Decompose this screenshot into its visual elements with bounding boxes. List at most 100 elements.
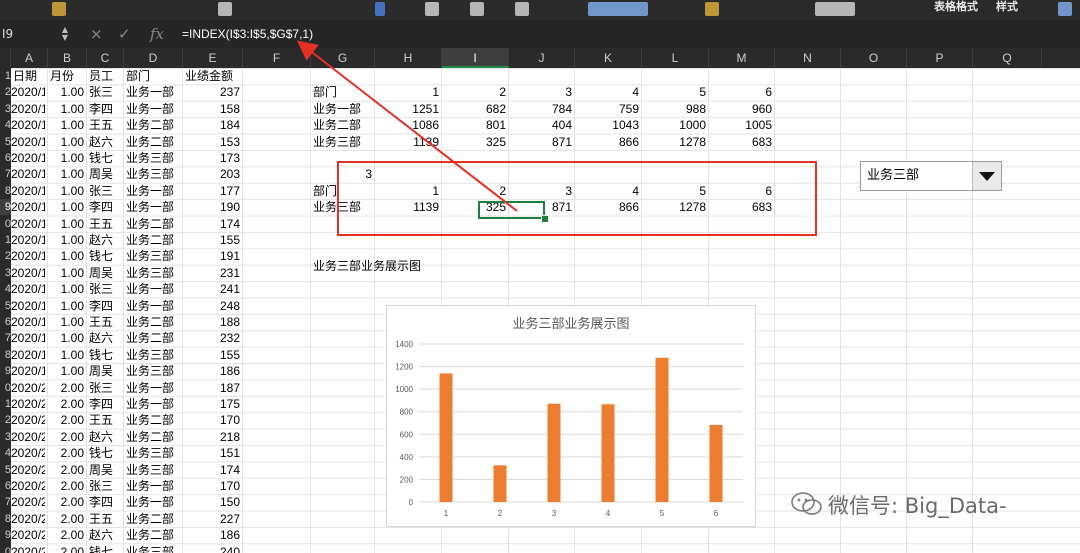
formula-input[interactable]: =INDEX(I$3:I$5,$G$7,1) bbox=[182, 24, 313, 44]
merge-center-icon[interactable] bbox=[588, 2, 648, 16]
table-cell[interactable]: 1.00 bbox=[48, 265, 84, 281]
table-cell[interactable]: 1.00 bbox=[48, 248, 84, 264]
table-cell[interactable]: 2.00 bbox=[48, 494, 84, 510]
row-header[interactable]: 3 bbox=[0, 429, 11, 445]
summary-header[interactable]: 5 bbox=[642, 84, 706, 100]
table-cell[interactable]: 2020/1/10 bbox=[11, 166, 45, 182]
table-cell[interactable]: 191 bbox=[183, 248, 240, 264]
column-header-o[interactable]: O bbox=[841, 48, 907, 68]
table-cell[interactable]: 155 bbox=[183, 232, 240, 248]
row-header[interactable]: 4 bbox=[0, 445, 11, 461]
fill-handle[interactable] bbox=[541, 215, 549, 223]
column-header-f[interactable]: F bbox=[243, 48, 311, 68]
row-header[interactable]: 6 bbox=[0, 314, 11, 330]
table-cell[interactable]: 2020/1/16 bbox=[11, 265, 45, 281]
table-cell[interactable]: 王五 bbox=[87, 216, 121, 232]
dropdown-button[interactable] bbox=[972, 162, 1001, 190]
table-cell[interactable]: 2020/1/20 bbox=[11, 330, 45, 346]
table-cell[interactable]: 1.00 bbox=[48, 298, 84, 314]
row-header[interactable]: 5 bbox=[0, 462, 11, 478]
column-header-m[interactable]: M bbox=[709, 48, 775, 68]
table-cell[interactable]: 王五 bbox=[87, 511, 121, 527]
select-all-corner[interactable] bbox=[0, 48, 11, 68]
row-header[interactable]: 8 bbox=[0, 511, 11, 527]
table-cell[interactable]: 1.00 bbox=[48, 347, 84, 363]
table-cell[interactable]: 227 bbox=[183, 511, 240, 527]
table-cell[interactable]: 赵六 bbox=[87, 134, 121, 150]
table-cell[interactable]: 业务二部 bbox=[124, 314, 180, 330]
row-header[interactable]: 2 bbox=[0, 412, 11, 428]
table-cell[interactable]: 周吴 bbox=[87, 166, 121, 182]
table-cell[interactable]: 173 bbox=[183, 150, 240, 166]
table-cell[interactable]: 2.00 bbox=[48, 396, 84, 412]
row-header[interactable]: 0 bbox=[0, 216, 11, 232]
table-cell[interactable]: 158 bbox=[183, 101, 240, 117]
table-cell[interactable]: 张三 bbox=[87, 84, 121, 100]
table-cell[interactable]: 业务一部 bbox=[124, 84, 180, 100]
styles-label[interactable]: 样式 bbox=[996, 0, 1018, 14]
align-left-icon[interactable] bbox=[425, 2, 439, 16]
table-cell[interactable]: 业务二部 bbox=[124, 527, 180, 543]
table-cell[interactable]: 2020/2/10 bbox=[11, 478, 45, 494]
row-header[interactable]: 1 bbox=[0, 396, 11, 412]
table-cell[interactable]: 周吴 bbox=[87, 265, 121, 281]
table-cell[interactable]: 业务三部 bbox=[124, 248, 180, 264]
table-cell[interactable]: 170 bbox=[183, 478, 240, 494]
table-cell[interactable]: 2.00 bbox=[48, 462, 84, 478]
row-header[interactable]: 0 bbox=[0, 380, 11, 396]
table-cell[interactable]: 业务二部 bbox=[124, 511, 180, 527]
summary-cell[interactable]: 业务三部 bbox=[311, 134, 372, 150]
table-cell[interactable]: 2020/1/11 bbox=[11, 183, 45, 199]
table-cell[interactable]: 赵六 bbox=[87, 527, 121, 543]
column-header-l[interactable]: L bbox=[642, 48, 709, 68]
table-cell[interactable]: 155 bbox=[183, 347, 240, 363]
summary-header[interactable]: 2 bbox=[442, 84, 506, 100]
table-format-label[interactable]: 表格格式 bbox=[934, 0, 978, 14]
table-cell[interactable]: 1.00 bbox=[48, 232, 84, 248]
row-header[interactable]: 5 bbox=[0, 134, 11, 150]
row-header[interactable]: 7 bbox=[0, 330, 11, 346]
table-cell[interactable]: 2.00 bbox=[48, 527, 84, 543]
table-cell[interactable]: 1.00 bbox=[48, 84, 84, 100]
table-cell[interactable]: 2020/2/12 bbox=[11, 511, 45, 527]
table-cell[interactable]: 203 bbox=[183, 166, 240, 182]
table-cell[interactable]: 186 bbox=[183, 527, 240, 543]
row-header[interactable]: 6 bbox=[0, 150, 11, 166]
table-cell[interactable]: 241 bbox=[183, 281, 240, 297]
summary-cell[interactable]: 325 bbox=[442, 134, 506, 150]
row-header[interactable]: 9 bbox=[0, 527, 11, 543]
row-header[interactable]: 8 bbox=[0, 347, 11, 363]
table-icon[interactable] bbox=[1058, 2, 1072, 16]
table-cell[interactable]: 150 bbox=[183, 494, 240, 510]
summary-cell[interactable]: 1005 bbox=[709, 117, 772, 133]
summary-header[interactable]: 3 bbox=[509, 84, 572, 100]
table-cell[interactable]: 业务一部 bbox=[124, 101, 180, 117]
table-cell[interactable]: 业务三部 bbox=[124, 166, 180, 182]
table-cell[interactable]: 186 bbox=[183, 363, 240, 379]
table-cell[interactable]: 业务一部 bbox=[124, 478, 180, 494]
align-right-icon[interactable] bbox=[515, 2, 529, 16]
column-header-q[interactable]: Q bbox=[973, 48, 1042, 68]
table-cell[interactable]: 业务二部 bbox=[124, 429, 180, 445]
row-header[interactable]: 2 bbox=[0, 248, 11, 264]
selected-cell[interactable] bbox=[478, 201, 545, 219]
table-cell[interactable]: 190 bbox=[183, 199, 240, 215]
font-color-icon[interactable] bbox=[375, 2, 385, 16]
table-cell[interactable]: 2020/1/8 bbox=[11, 134, 45, 150]
table-cell[interactable]: 1.00 bbox=[48, 101, 84, 117]
summary-cell[interactable]: 960 bbox=[709, 101, 772, 117]
table-cell[interactable]: 张三 bbox=[87, 380, 121, 396]
table-cell[interactable]: 赵六 bbox=[87, 330, 121, 346]
table-header[interactable]: 月份 bbox=[48, 68, 84, 84]
bar-chart[interactable]: 业务三部业务展示图 0 200 400 600 800 1000 1200 1400 1 2 3 4 5 6 bbox=[386, 305, 756, 527]
summary-cell[interactable]: 682 bbox=[442, 101, 506, 117]
table-cell[interactable]: 业务三部 bbox=[124, 265, 180, 281]
table-cell[interactable]: 2.00 bbox=[48, 478, 84, 494]
table-cell[interactable]: 2020/2/8 bbox=[11, 445, 45, 461]
table-cell[interactable]: 1.00 bbox=[48, 183, 84, 199]
table-cell[interactable]: 2020/1/9 bbox=[11, 150, 45, 166]
column-header-a[interactable]: A bbox=[11, 48, 48, 68]
row-header[interactable]: 7 bbox=[0, 494, 11, 510]
table-cell[interactable]: 赵六 bbox=[87, 429, 121, 445]
column-header-e[interactable]: E bbox=[183, 48, 243, 68]
